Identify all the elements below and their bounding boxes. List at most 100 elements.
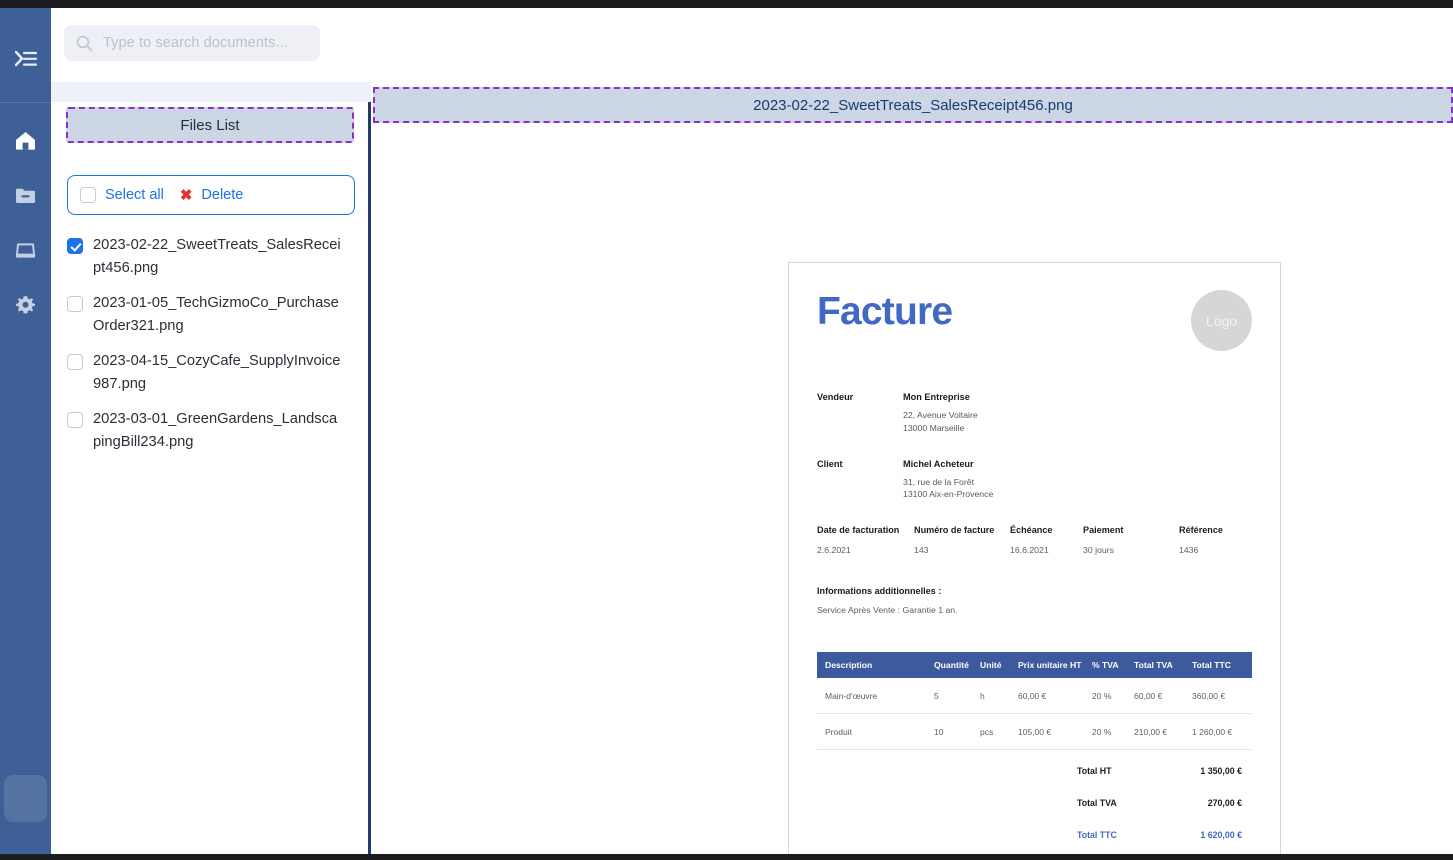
vendor-address-line-1: 22, Avenue Voltaire — [903, 410, 978, 421]
file-name: 2023-04-15_CozyCafe_SupplyInvoice987.png — [93, 353, 341, 392]
invoice-meta-cell: Échéance 16.6.2021 — [1010, 525, 1083, 558]
collapse-sidebar-icon[interactable] — [9, 44, 43, 74]
table-cell: h — [980, 677, 1018, 714]
select-all-bar: Select all ✖ Delete — [67, 175, 355, 215]
list-item[interactable]: 2023-04-15_CozyCafe_SupplyInvoice987.png — [67, 344, 359, 402]
table-column-header: % TVA — [1092, 651, 1134, 678]
table-row: Produit 10 pcs 105,00 €20 % 210,00 €1 260,00… — [817, 713, 1252, 750]
total-label: Total TTC — [1077, 829, 1117, 840]
line-items-table: Description Quantité Unité Prix unitaire HT… — [817, 651, 1252, 750]
invoice-title: Facture — [817, 290, 953, 333]
file-checkbox[interactable] — [67, 296, 83, 312]
app-root: Type to search documents... Files List S… — [0, 0, 1453, 860]
table-cell: 20 % — [1092, 713, 1134, 750]
table-cell: 60,00 € — [1018, 677, 1092, 714]
table-column-header: Prix unitaire HT — [1018, 651, 1092, 678]
sidebar-bottom-card[interactable] — [4, 775, 47, 822]
table-column-header: Unité — [980, 651, 1018, 678]
additional-info-value: Service Après Vente : Garantie 1 an. — [817, 604, 958, 615]
table-column-header: Description — [817, 651, 934, 678]
vendor-label: Vendeur — [817, 392, 854, 402]
table-cell: 10 — [934, 713, 980, 750]
file-checkbox[interactable] — [67, 412, 83, 428]
file-name: 2023-03-01_GreenGardens_LandscapingBill2… — [93, 411, 338, 450]
table-cell: 60,00 € — [1134, 677, 1192, 714]
x-icon[interactable]: ✖ — [180, 186, 193, 204]
client-address-line-2: 13100 Aix-en-Provence — [903, 489, 994, 500]
window-chrome-top — [0, 0, 1453, 8]
line-items-head: Description Quantité Unité Prix unitaire HT… — [817, 651, 1252, 678]
table-cell: pcs — [980, 713, 1018, 750]
invoice-meta-row: Date de facturation 2.6.2021 Numéro de fac… — [817, 525, 1252, 558]
table-cell: 5 — [934, 677, 980, 714]
table-header-row: Description Quantité Unité Prix unitaire HT… — [817, 651, 1252, 678]
top-header: Type to search documents... — [51, 8, 1453, 82]
invoice-meta-key: Référence — [1179, 524, 1223, 535]
total-row: Total TVA 270,00 € — [817, 798, 1252, 808]
invoice-page: Facture Logo Vendeur Mon Entreprise 22, … — [788, 262, 1281, 854]
invoice-meta-key: Numéro de facture — [914, 524, 995, 535]
total-row: Total TTC 1 620,00 € — [817, 830, 1252, 840]
sidebar-item-inbox[interactable] — [11, 235, 41, 265]
invoice-meta-key: Date de facturation — [817, 524, 900, 535]
total-value: 1 350,00 € — [1200, 765, 1242, 776]
client-name: Michel Acheteur — [903, 458, 974, 469]
additional-info: Informations additionnelles : Service Ap… — [817, 586, 1252, 618]
table-cell: 210,00 € — [1134, 713, 1192, 750]
total-value: 270,00 € — [1207, 797, 1242, 808]
invoice-meta-cell: Référence 1436 — [1179, 525, 1259, 558]
invoice-meta-key: Échéance — [1010, 524, 1053, 535]
table-cell: 105,00 € — [1018, 713, 1092, 750]
total-value: 1 620,00 € — [1200, 829, 1242, 840]
table-cell: Main-d'œuvre — [817, 677, 934, 714]
invoice-meta-cell: Date de facturation 2.6.2021 — [817, 525, 914, 558]
logo-label: Logo — [1205, 312, 1238, 329]
sidebar-item-home[interactable] — [11, 125, 41, 155]
client-address-line-1: 31, rue de la Forêt — [903, 477, 974, 488]
file-list: 2023-02-22_SweetTreats_SalesReceipt456.p… — [67, 228, 359, 460]
select-all-checkbox[interactable] — [80, 187, 96, 203]
vendor-name: Mon Entreprise — [903, 392, 970, 402]
delete-button[interactable]: Delete — [201, 187, 243, 203]
table-cell: 1 260,00 € — [1192, 713, 1252, 750]
vendor-address-line-2: 13000 Marseille — [903, 422, 965, 433]
total-row: Total HT 1 350,00 € — [817, 766, 1252, 776]
list-item[interactable]: 2023-02-22_SweetTreats_SalesReceipt456.p… — [67, 228, 359, 286]
table-cell: 360,00 € — [1192, 677, 1252, 714]
file-checkbox[interactable] — [67, 354, 83, 370]
table-column-header: Total TVA — [1134, 651, 1192, 678]
client-label: Client — [817, 458, 843, 469]
gear-icon — [16, 295, 35, 313]
table-row: Main-d'œuvre 5 h 60,00 €20 % 60,00 €360,00 € — [817, 677, 1252, 714]
inbox-icon — [15, 242, 36, 258]
sidebar-item-settings[interactable] — [11, 290, 41, 320]
line-items-body: Main-d'œuvre 5 h 60,00 €20 % 60,00 €360,00 €… — [817, 677, 1252, 750]
invoice-meta-value: 1436 — [1179, 544, 1199, 555]
file-checkbox[interactable] — [67, 238, 83, 254]
document-title: 2023-02-22_SweetTreats_SalesReceipt456.p… — [373, 87, 1453, 123]
search-input[interactable]: Type to search documents... — [64, 25, 320, 61]
sidebar-item-documents[interactable] — [11, 180, 41, 210]
table-column-header: Quantité — [934, 651, 980, 678]
vendor-row: Vendeur Mon Entreprise 22, Avenue Voltai… — [817, 391, 1252, 434]
total-label: Total TVA — [1077, 797, 1117, 808]
invoice-meta-value: 2.6.2021 — [817, 544, 851, 555]
parties-block: Vendeur Mon Entreprise 22, Avenue Voltai… — [817, 391, 1252, 501]
client-details: Michel Acheteur 31, rue de la Forêt 1310… — [903, 458, 993, 501]
document-scroll-area[interactable]: Facture Logo Vendeur Mon Entreprise 22, … — [371, 126, 1453, 854]
sidebar-rail — [0, 8, 51, 854]
invoice-meta-cell: Numéro de facture 143 — [914, 525, 1010, 558]
invoice-header: Facture Logo — [817, 290, 1252, 351]
search-icon — [76, 35, 93, 52]
folder-minus-icon — [16, 188, 35, 203]
sidebar-nav — [11, 125, 41, 320]
file-name: 2023-02-22_SweetTreats_SalesReceipt456.p… — [93, 237, 341, 276]
list-item[interactable]: 2023-01-05_TechGizmoCo_PurchaseOrder321.… — [67, 286, 359, 344]
select-all-label[interactable]: Select all — [105, 187, 164, 203]
list-item[interactable]: 2023-03-01_GreenGardens_LandscapingBill2… — [67, 402, 359, 460]
invoice-meta-key: Paiement — [1083, 524, 1124, 535]
search-placeholder: Type to search documents... — [103, 35, 288, 51]
additional-info-label: Informations additionnelles : — [817, 585, 942, 596]
files-list-header: Files List — [66, 107, 354, 143]
client-row: Client Michel Acheteur 31, rue de la For… — [817, 458, 1252, 501]
